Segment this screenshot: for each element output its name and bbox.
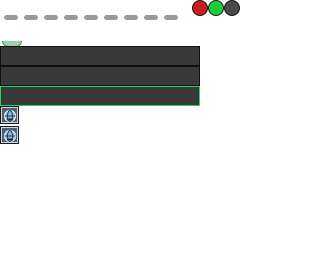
indicator-9	[164, 15, 178, 20]
green-dot-button[interactable]	[208, 0, 224, 16]
record-tile-2[interactable]	[0, 126, 19, 144]
indicator-1	[4, 15, 18, 20]
indicator-2	[24, 15, 38, 20]
panel-row-2[interactable]	[0, 66, 200, 86]
record-tile-1[interactable]	[0, 106, 19, 124]
globe-icon	[3, 109, 17, 123]
indicator-6	[104, 15, 118, 20]
panel-row-3-active[interactable]	[0, 86, 200, 106]
indicator-5	[84, 15, 98, 20]
indicator-8	[144, 15, 158, 20]
indicator-4	[64, 15, 78, 20]
indicator-3	[44, 15, 58, 20]
panel-row-1[interactable]	[0, 46, 200, 66]
red-dot-button[interactable]	[192, 0, 208, 16]
gray-dot-button[interactable]	[224, 0, 240, 16]
app-window	[0, 0, 256, 256]
indicator-7	[124, 15, 138, 20]
globe-icon	[3, 129, 17, 143]
